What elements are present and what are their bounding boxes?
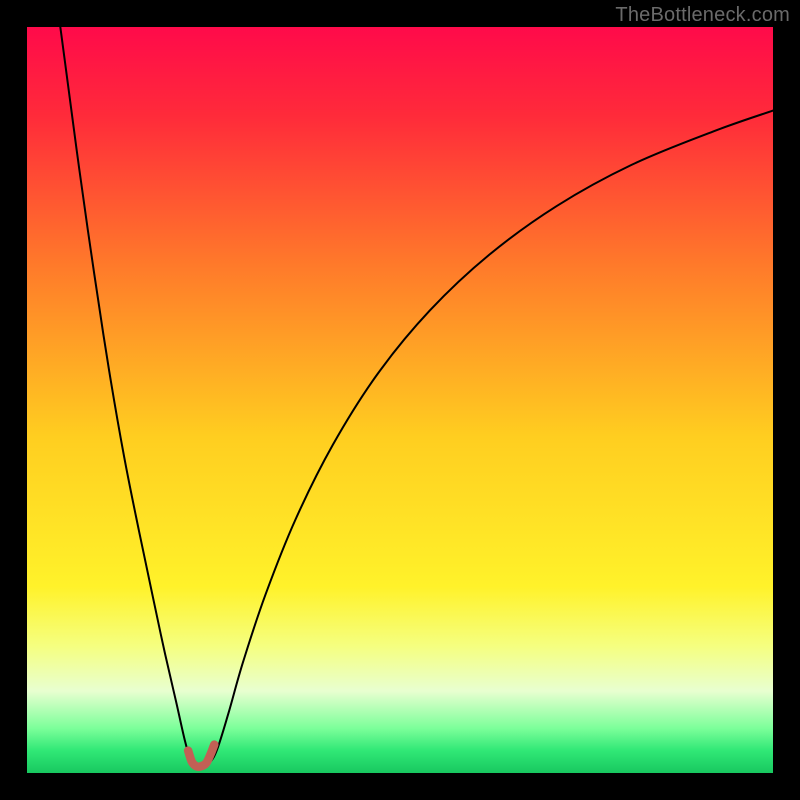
bottleneck-chart — [27, 27, 773, 773]
chart-background — [27, 27, 773, 773]
watermark-text: TheBottleneck.com — [615, 4, 790, 27]
plot-area — [27, 27, 773, 773]
chart-frame: TheBottleneck.com — [0, 0, 800, 800]
